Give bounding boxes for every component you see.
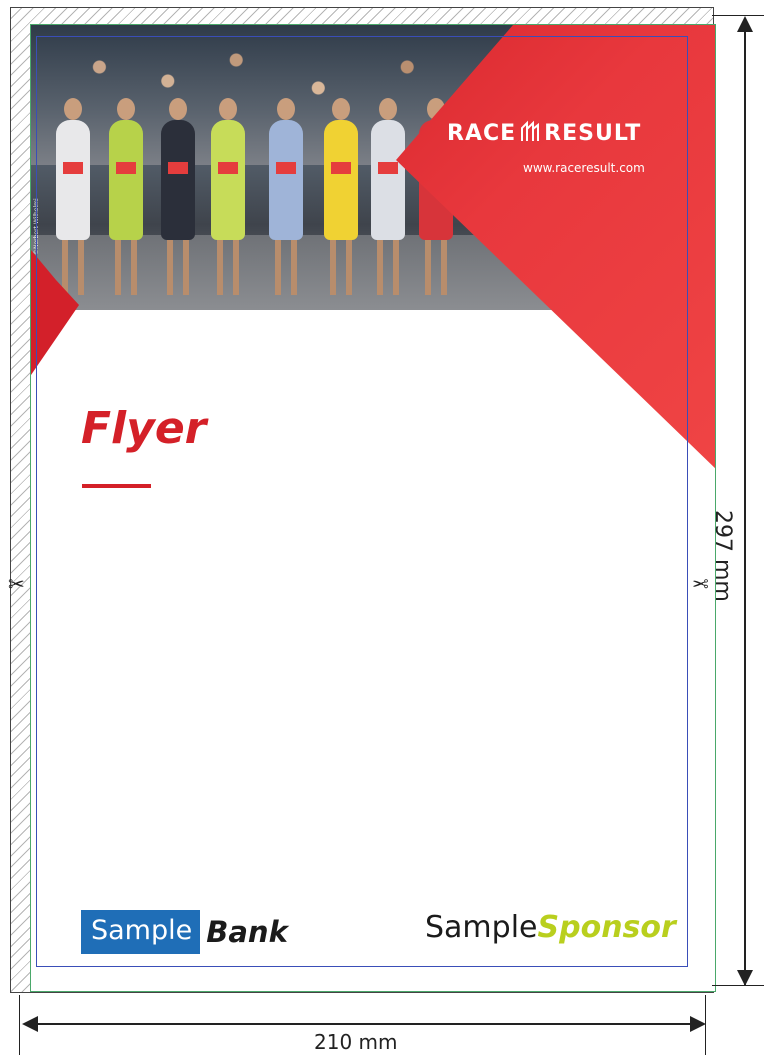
bleed-area: ©Norbert Wilhelmi RACE RESULT www.racere…	[10, 7, 716, 993]
runner-figure	[324, 98, 358, 295]
width-extension-right	[705, 995, 706, 1055]
height-dimension-line	[744, 22, 746, 985]
runner-figure	[56, 98, 90, 295]
scissors-icon: ✂	[8, 572, 25, 596]
sponsor-name-prefix: Sample	[425, 910, 538, 945]
height-dimension-label: 297 mm	[710, 510, 735, 602]
sponsor-logo-sponsor: SampleSponsor	[425, 910, 676, 945]
brand-url: www.raceresult.com	[523, 161, 645, 175]
runner-figure	[269, 98, 303, 295]
width-dimension-label: 210 mm	[314, 1030, 398, 1054]
flyer-title: Flyer	[81, 403, 207, 454]
race-result-logo: RACE RESULT www.raceresult.com	[447, 119, 645, 175]
logo-result-text: RESULT	[544, 121, 642, 146]
height-extension-bottom	[712, 985, 764, 986]
flyer-page: ©Norbert Wilhelmi RACE RESULT www.racere…	[30, 24, 716, 992]
runner-figure	[109, 98, 143, 295]
runner-figure	[371, 98, 405, 295]
bank-name-box: Sample	[81, 909, 201, 954]
race-result-logo-icon	[521, 120, 540, 141]
runner-figure	[211, 98, 245, 295]
arrow-right-icon	[690, 1016, 706, 1032]
arrow-down-icon	[737, 970, 753, 986]
sponsor-name-suffix: Sponsor	[537, 910, 676, 945]
sponsor-logo-bank: Sample Bank	[81, 908, 288, 955]
title-underline	[82, 484, 151, 488]
photo-credit: ©Norbert Wilhelmi	[33, 198, 40, 255]
bank-name-suffix: Bank	[206, 914, 288, 949]
arrow-left-icon	[22, 1016, 38, 1032]
height-extension-top	[712, 15, 764, 16]
logo-wordmark: RACE RESULT	[447, 119, 641, 146]
width-extension-left	[19, 995, 20, 1055]
logo-race-text: RACE	[447, 121, 517, 146]
runner-figure	[161, 98, 195, 295]
scissors-icon: ✂	[692, 572, 709, 596]
width-dimension-line	[24, 1023, 704, 1025]
arrow-up-icon	[737, 16, 753, 32]
